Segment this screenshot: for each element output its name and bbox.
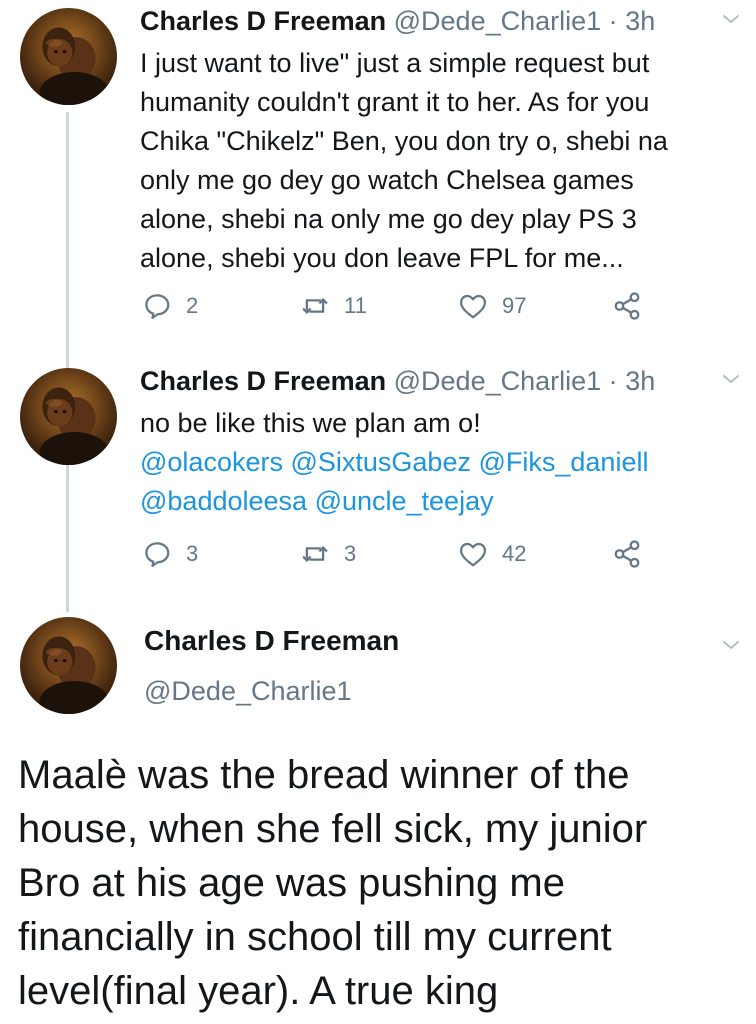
share-icon — [612, 291, 642, 321]
mention-link[interactable]: @olacokers — [140, 447, 283, 477]
like-icon — [458, 539, 488, 569]
retweet-count: 11 — [344, 293, 367, 318]
retweet-icon — [300, 291, 330, 321]
tweet-text-line: alone, shebi you don leave FPL for me... — [140, 243, 624, 273]
like-count: 97 — [502, 293, 527, 318]
reply-count: 3 — [186, 541, 199, 566]
mention-link[interactable]: @Fiks_daniell — [478, 447, 648, 477]
like-icon — [458, 291, 488, 321]
avatar[interactable] — [20, 617, 117, 714]
tweet-time[interactable]: 3h — [625, 6, 655, 36]
tweet-actions: 2 11 97 — [140, 286, 660, 326]
mention-link[interactable]: @SixtusGabez — [290, 447, 470, 477]
tweet-text-line: no be like this we plan am o! — [140, 408, 481, 438]
share-button[interactable] — [612, 534, 642, 574]
mention-line: @baddoleesa @uncle_teejay — [140, 482, 740, 521]
reply-count: 2 — [186, 293, 199, 318]
tweet-text-line: only me go dey go watch Chelsea games — [140, 165, 634, 195]
retweet-button[interactable]: 11 — [300, 286, 367, 326]
avatar[interactable] — [20, 368, 117, 465]
tweet-text-line: level(final year). A true king — [18, 969, 499, 1013]
author-handle[interactable]: @Dede_Charlie1 — [144, 676, 352, 707]
like-count: 42 — [502, 541, 527, 566]
author-name[interactable]: Charles D Freeman — [144, 625, 399, 657]
tweet-text-line: I just want to live" just a simple reque… — [140, 48, 650, 78]
mention-link[interactable]: @uncle_teejay — [315, 486, 494, 516]
tweet-actions: 3 3 42 — [140, 534, 660, 574]
author-name[interactable]: Charles D Freeman — [140, 366, 386, 396]
tweet-text-line: Bro at his age was pushing me — [18, 861, 565, 905]
author-handle[interactable]: @Dede_Charlie1 — [394, 366, 602, 396]
retweet-button[interactable]: 3 — [300, 534, 356, 574]
tweet-text-line: financially in school till my current — [18, 915, 612, 959]
reply-icon — [142, 539, 172, 569]
author-name[interactable]: Charles D Freeman — [140, 6, 386, 36]
avatar-image — [20, 8, 117, 105]
like-button[interactable]: 42 — [458, 534, 526, 574]
main-tweet-text: Maalè was the bread winner of the house,… — [18, 748, 748, 1018]
tweet-text-line: house, when she fell sick, my junior — [18, 807, 648, 851]
tweet-header: Charles D Freeman @Dede_Charlie1 · 3h — [140, 366, 655, 397]
mention-link[interactable]: @baddoleesa — [140, 486, 307, 516]
tweet-text: I just want to live" just a simple reque… — [140, 44, 740, 278]
avatar-image — [20, 368, 117, 465]
retweet-count: 3 — [344, 541, 357, 566]
like-button[interactable]: 97 — [458, 286, 526, 326]
avatar[interactable] — [20, 8, 117, 105]
tweet-time[interactable]: 3h — [625, 366, 655, 396]
retweet-icon — [300, 539, 330, 569]
reply-icon — [142, 291, 172, 321]
reply-button[interactable]: 2 — [142, 286, 198, 326]
separator-dot: · — [608, 6, 618, 36]
tweet-text-line: humanity couldn't grant it to her. As fo… — [140, 87, 650, 117]
mention-line: @olacokers @SixtusGabez @Fiks_daniell — [140, 443, 740, 482]
share-icon — [612, 539, 642, 569]
chevron-down-icon[interactable] — [722, 370, 740, 388]
avatar-image — [20, 617, 117, 714]
tweet-text-line: Maalè was the bread winner of the — [18, 753, 630, 797]
tweet-text: no be like this we plan am o! @olacokers… — [140, 404, 740, 521]
chevron-down-icon[interactable] — [722, 10, 740, 28]
separator-dot: · — [608, 366, 618, 396]
chevron-down-icon[interactable] — [722, 636, 740, 654]
reply-button[interactable]: 3 — [142, 534, 198, 574]
tweet-text-line: alone, shebi na only me go dey play PS 3 — [140, 204, 637, 234]
tweet-header: Charles D Freeman @Dede_Charlie1 · 3h — [140, 6, 655, 37]
tweet-text-line: Chika "Chikelz" Ben, you don try o, sheb… — [140, 126, 668, 156]
author-handle[interactable]: @Dede_Charlie1 — [394, 6, 602, 36]
share-button[interactable] — [612, 286, 642, 326]
thread-connector — [66, 112, 69, 612]
